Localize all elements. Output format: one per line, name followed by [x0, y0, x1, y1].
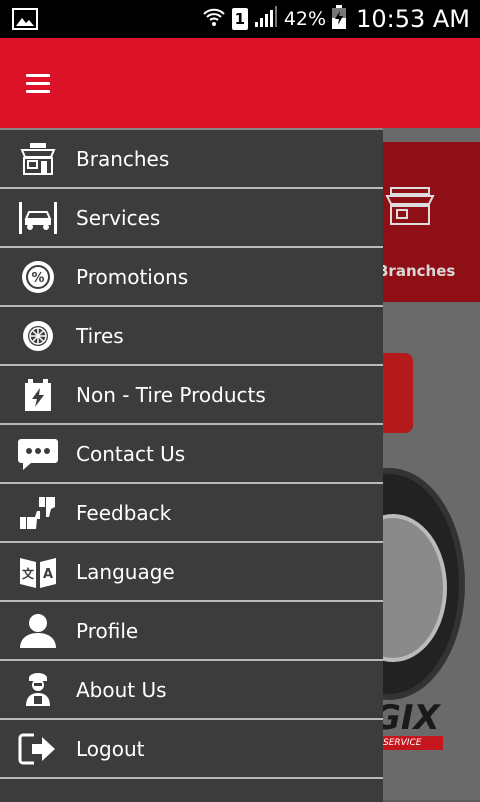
menu-item-label: Promotions	[76, 264, 189, 289]
menu-item-label: Tires	[76, 323, 124, 348]
menu-item-contact-us[interactable]: Contact Us	[0, 425, 383, 484]
brand-tagline: SERVICE	[383, 736, 443, 750]
language-icon: 文A	[17, 552, 59, 592]
car-lift-icon	[17, 198, 59, 238]
status-bar: 1 42% 10:53 AM	[0, 0, 480, 38]
logout-icon	[17, 729, 59, 769]
menu-item-tires[interactable]: Tires	[0, 307, 383, 366]
wifi-icon	[202, 5, 226, 34]
hamburger-menu-icon[interactable]	[26, 74, 50, 94]
percent-badge-icon: %	[17, 257, 59, 297]
svg-text:A: A	[43, 567, 53, 582]
menu-item-label: Feedback	[76, 500, 172, 525]
menu-item-label: Logout	[76, 736, 145, 761]
menu-item-feedback[interactable]: Feedback	[0, 484, 383, 543]
tire-image	[383, 468, 465, 700]
menu-item-label: Branches	[76, 146, 170, 171]
menu-item-language[interactable]: 文A Language	[0, 543, 383, 602]
menu-item-services[interactable]: Services	[0, 189, 383, 248]
battery-charging-icon	[332, 4, 347, 34]
person-icon	[17, 611, 59, 651]
main-content-background: Branches GIX SERVICE	[383, 128, 480, 800]
menu-item-about-us[interactable]: About Us	[0, 661, 383, 720]
thumbs-icon	[17, 493, 59, 533]
menu-item-label: Services	[76, 205, 161, 230]
store-icon	[17, 139, 59, 179]
mechanic-icon	[17, 670, 59, 710]
svg-text:%: %	[31, 271, 44, 286]
sim-icon: 1	[231, 8, 248, 30]
menu-item-label: Non - Tire Products	[76, 382, 266, 407]
clock: 10:53 AM	[356, 5, 470, 33]
app-bar	[0, 38, 480, 128]
battery-icon	[17, 375, 59, 415]
svg-text:文: 文	[22, 566, 35, 581]
tire-icon	[17, 316, 59, 356]
signal-icon	[254, 5, 278, 33]
vehicle-fender	[383, 353, 413, 433]
battery-percent: 42%	[283, 8, 327, 30]
menu-item-non-tire-products[interactable]: Non - Tire Products	[0, 366, 383, 425]
menu-item-label: Language	[76, 559, 175, 584]
store-icon	[385, 186, 435, 230]
chat-icon	[17, 434, 59, 474]
menu-item-branches[interactable]: Branches	[0, 130, 383, 189]
menu-item-logout[interactable]: Logout	[0, 720, 383, 779]
menu-item-label: Contact Us	[76, 441, 186, 466]
brand-logo-text: GIX	[383, 698, 440, 738]
branches-tile-label: Branches	[383, 262, 456, 280]
menu-item-promotions[interactable]: % Promotions	[0, 248, 383, 307]
menu-item-label: Profile	[76, 618, 139, 643]
branches-tile[interactable]: Branches	[383, 142, 480, 302]
navigation-drawer: Branches Services % Promotions Tires Non…	[0, 128, 383, 802]
menu-item-profile[interactable]: Profile	[0, 602, 383, 661]
gallery-notification-icon	[12, 8, 38, 30]
menu-item-label: About Us	[76, 677, 167, 702]
wheel-rim	[383, 514, 447, 662]
